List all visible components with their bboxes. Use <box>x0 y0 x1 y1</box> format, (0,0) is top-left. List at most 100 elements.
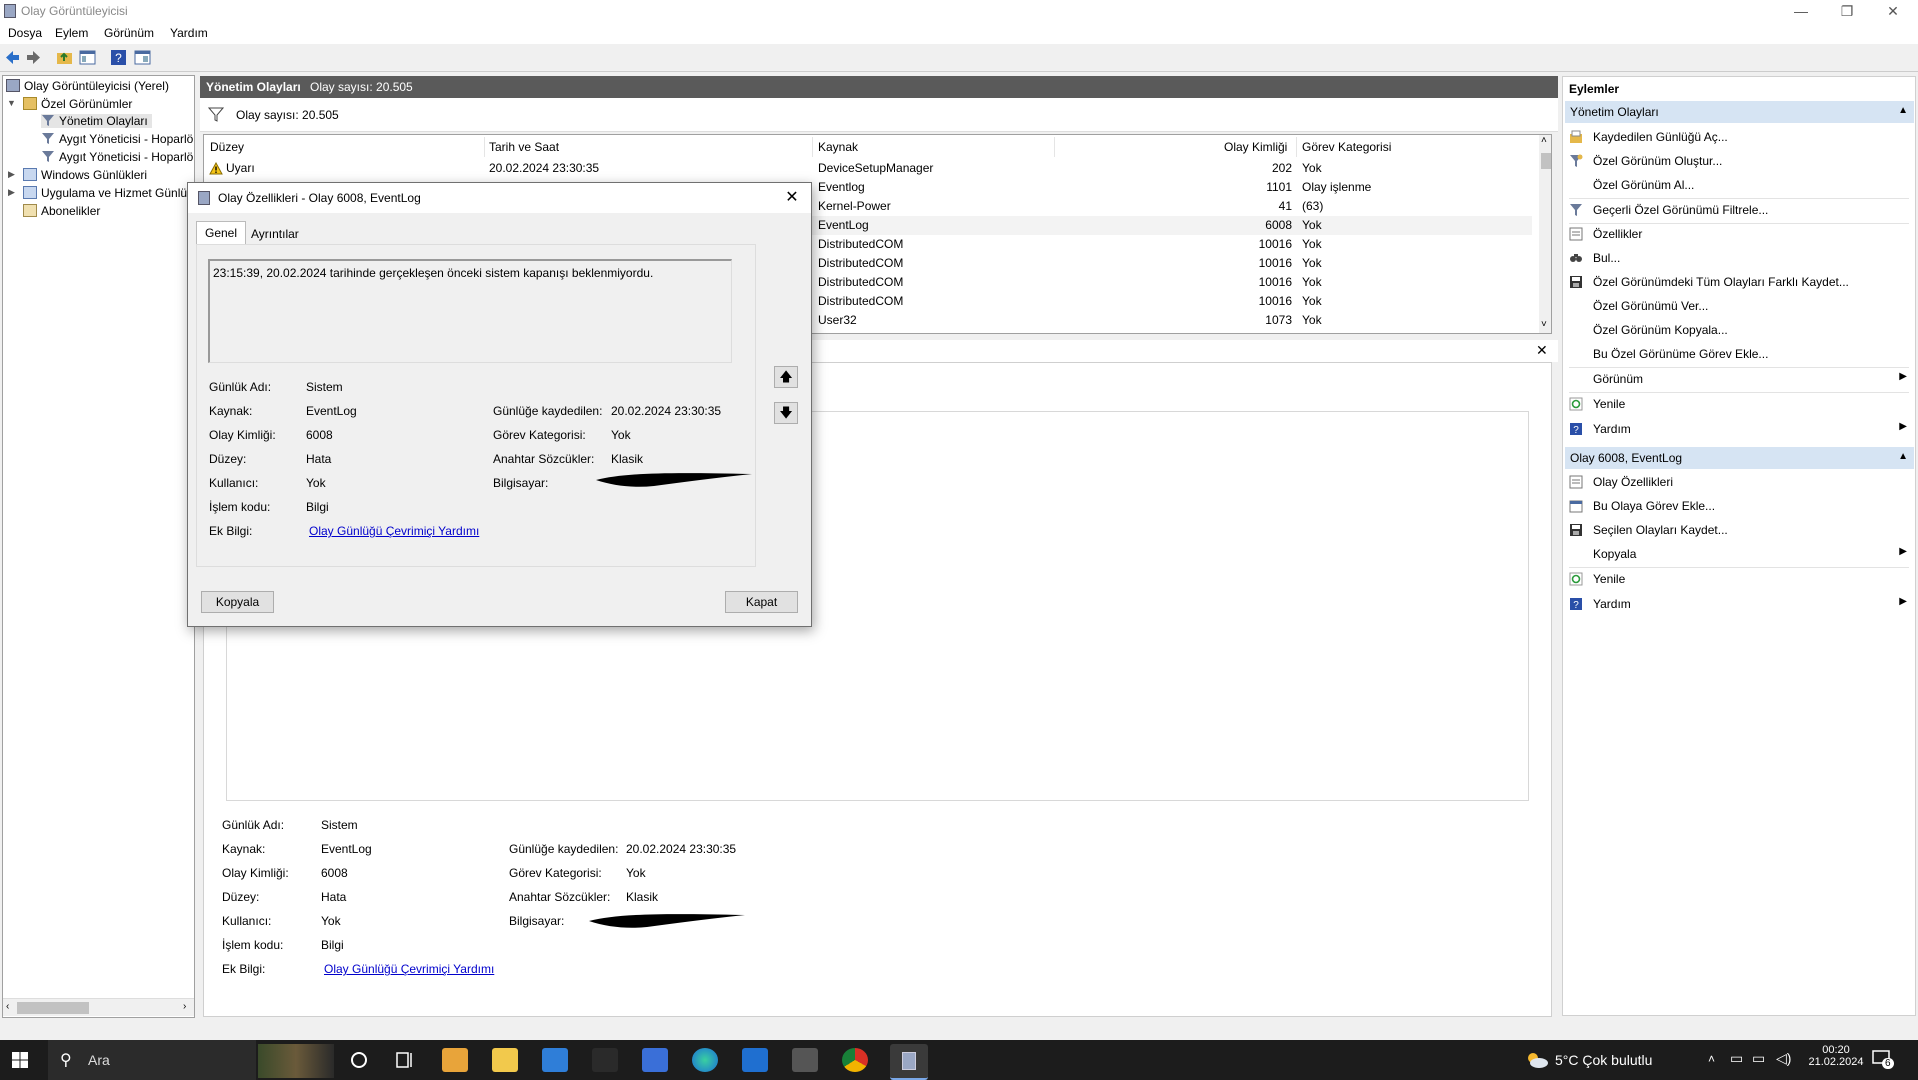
action-view[interactable]: Görünüm ▶ <box>1569 369 1909 391</box>
action-filter-current-view[interactable]: Geçerli Özel Görünümü Filtrele... <box>1569 200 1909 222</box>
tree-item-label: Aygıt Yöneticisi - Hoparlö <box>59 150 194 164</box>
scroll-right-icon[interactable]: › <box>183 1001 186 1012</box>
event-message-box[interactable]: 23:15:39, 20.02.2024 tarihinde gerçekleş… <box>208 259 732 363</box>
actions-section-admin-events[interactable]: Yönetim Olayları ▲ <box>1565 101 1914 123</box>
action-refresh[interactable]: Yenile <box>1569 394 1909 416</box>
action-export-custom-view[interactable]: Özel Görünümü Ver... <box>1569 296 1909 318</box>
action-open-saved-log[interactable]: Kaydedilen Günlüğü Aç... <box>1569 127 1909 149</box>
action-create-custom-view[interactable]: Özel Görünüm Oluştur... <box>1569 151 1909 173</box>
display-icon[interactable]: ▭ <box>1752 1050 1765 1067</box>
close-window-button[interactable]: ✕ <box>1870 0 1916 22</box>
action-attach-task-to-view[interactable]: Bu Özel Görünüme Görev Ekle... <box>1569 344 1909 366</box>
tab-details[interactable]: Ayrıntılar <box>243 223 307 245</box>
next-event-button[interactable]: 🡇 <box>774 402 798 424</box>
show-hide-console-tree-icon[interactable] <box>79 49 96 66</box>
weather-widget[interactable]: 5°C Çok bulutlu <box>1555 1052 1652 1068</box>
action-help-event[interactable]: ? Yardım ▶ <box>1569 594 1909 616</box>
minimize-button[interactable]: — <box>1778 0 1824 22</box>
tree-item-custom-views[interactable]: Özel Görünümler <box>23 97 132 111</box>
event-viewer-taskbar-button[interactable] <box>890 1044 928 1080</box>
tree-item-device-manager-1[interactable]: Aygıt Yöneticisi - Hoparlö <box>41 132 193 146</box>
action-help[interactable]: ? Yardım ▶ <box>1569 419 1909 441</box>
cortana-icon[interactable] <box>346 1048 372 1072</box>
more-info-link[interactable]: Olay Günlüğü Çevrimiçi Yardımı <box>324 962 494 976</box>
chevron-up-icon[interactable]: ˄ <box>1708 1052 1715 1066</box>
actions-section-event[interactable]: Olay 6008, EventLog ▲ <box>1565 447 1914 469</box>
menu-view[interactable]: Görünüm <box>104 26 154 40</box>
column-header-category[interactable]: Görev Kategorisi <box>1302 140 1391 154</box>
search-icon: ⚲ <box>60 1052 72 1069</box>
action-save-all-events-as[interactable]: Özel Görünümdeki Tüm Olayları Farklı Kay… <box>1569 272 1909 294</box>
event-list-vertical-scrollbar[interactable]: ˄ ˅ <box>1539 135 1551 333</box>
close-dialog-button[interactable]: Kapat <box>725 591 798 613</box>
tree-item-app-service-logs[interactable]: Uygulama ve Hizmet Günlü <box>23 186 187 200</box>
value-log-name: Sistem <box>321 818 358 832</box>
taskbar-clock[interactable]: 00:20 21.02.2024 <box>1806 1044 1866 1068</box>
cell-category: Yok <box>1302 313 1322 327</box>
tree-item-device-manager-2[interactable]: Aygıt Yöneticisi - Hoparlö <box>41 150 193 164</box>
help-icon[interactable]: ? <box>110 49 127 66</box>
action-attach-task-to-event[interactable]: Bu Olaya Görev Ekle... <box>1569 496 1909 518</box>
action-refresh-event[interactable]: Yenile <box>1569 569 1909 591</box>
tree-item-root[interactable]: Olay Görüntüleyicisi (Yerel) <box>6 79 169 93</box>
tree-item-admin-events[interactable]: Yönetim Olayları <box>41 114 152 128</box>
close-detail-icon[interactable]: ✕ <box>1536 342 1548 359</box>
task-view-icon[interactable] <box>392 1048 418 1072</box>
menu-help[interactable]: Yardım <box>170 26 208 40</box>
microsoft-store-icon[interactable] <box>642 1048 668 1072</box>
show-hide-action-pane-icon[interactable] <box>134 49 151 66</box>
scroll-up-icon[interactable]: ˄ <box>1541 135 1547 146</box>
scrollbar-thumb[interactable] <box>1541 153 1551 169</box>
action-copy[interactable]: Kopyala ▶ <box>1569 544 1909 566</box>
menu-action[interactable]: Eylem <box>55 26 88 40</box>
forward-arrow-icon[interactable] <box>25 49 42 66</box>
column-header-datetime[interactable]: Tarih ve Saat <box>489 140 559 154</box>
windows-start-icon[interactable] <box>12 1052 28 1068</box>
previous-event-button[interactable]: 🡅 <box>774 366 798 388</box>
utility-app-icon[interactable] <box>792 1048 818 1072</box>
media-app-icon[interactable] <box>442 1048 468 1072</box>
tree-item-windows-logs[interactable]: Windows Günlükleri <box>23 168 147 182</box>
scrollbar-thumb[interactable] <box>17 1002 89 1014</box>
more-info-link[interactable]: Olay Günlüğü Çevrimiçi Yardımı <box>309 524 479 538</box>
column-header-event-id[interactable]: Olay Kimliği <box>1224 140 1287 154</box>
file-explorer-icon[interactable] <box>492 1048 518 1072</box>
action-copy-custom-view[interactable]: Özel Görünüm Kopyala... <box>1569 320 1909 342</box>
back-arrow-icon[interactable] <box>4 49 21 66</box>
scroll-down-icon[interactable]: ˅ <box>1541 319 1547 330</box>
chevron-down-icon[interactable]: ▼ <box>7 98 16 108</box>
log-folder-icon <box>23 168 37 181</box>
dialog-title-bar[interactable]: Olay Özellikleri - Olay 6008, EventLog ✕ <box>188 183 811 213</box>
remote-app-icon[interactable] <box>742 1048 768 1072</box>
ms-app-icon[interactable] <box>592 1048 618 1072</box>
tree-item-subscriptions[interactable]: Abonelikler <box>23 204 100 218</box>
tab-general[interactable]: Genel <box>196 221 247 245</box>
network-icon[interactable]: ▭ <box>1730 1050 1743 1067</box>
collapse-icon[interactable]: ▲ <box>1898 105 1908 116</box>
edge-browser-icon[interactable] <box>692 1048 718 1072</box>
action-event-properties[interactable]: Olay Özellikleri <box>1569 472 1909 494</box>
dialog-close-button[interactable]: ✕ <box>780 187 804 209</box>
table-row[interactable]: Uyarı 20.02.2024 23:30:35 DeviceSetupMan… <box>204 159 1532 178</box>
mail-icon[interactable] <box>542 1048 568 1072</box>
notification-center-button[interactable]: 6 <box>1872 1050 1894 1070</box>
tree-horizontal-scrollbar[interactable]: ‹ › <box>3 998 194 1016</box>
action-properties[interactable]: Özellikler <box>1569 224 1909 246</box>
menu-file[interactable]: Dosya <box>8 26 42 40</box>
chevron-right-icon[interactable]: ▶ <box>8 187 15 198</box>
action-import-custom-view[interactable]: Özel Görünüm Al... <box>1569 175 1909 197</box>
taskbar-search-box[interactable]: ⚲ Ara <box>48 1040 256 1080</box>
copy-button[interactable]: Kopyala <box>201 591 274 613</box>
chevron-right-icon[interactable]: ▶ <box>8 169 15 180</box>
column-header-level[interactable]: Düzey <box>210 140 244 154</box>
volume-icon[interactable]: ◁) <box>1776 1050 1791 1067</box>
up-folder-icon[interactable] <box>56 49 73 66</box>
action-label: Özel Görünüm Kopyala... <box>1593 323 1728 337</box>
chrome-browser-icon[interactable] <box>842 1048 868 1072</box>
restore-button[interactable]: ❐ <box>1824 0 1870 22</box>
action-save-selected-events[interactable]: Seçilen Olayları Kaydet... <box>1569 520 1909 542</box>
action-find[interactable]: Bul... <box>1569 248 1909 270</box>
column-header-source[interactable]: Kaynak <box>818 140 858 154</box>
collapse-icon[interactable]: ▲ <box>1898 451 1908 462</box>
scroll-left-icon[interactable]: ‹ <box>6 1001 9 1012</box>
